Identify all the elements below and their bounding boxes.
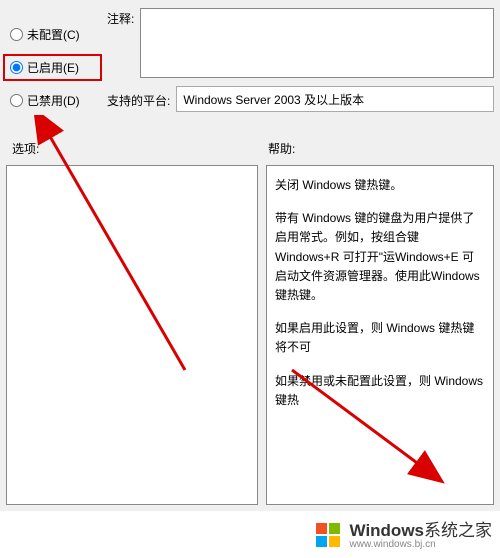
help-p2: 带有 Windows 键的键盘为用户提供了启用常式。例如，按组合键 Window… [275, 209, 485, 305]
watermark-url: www.windows.bj.cn [350, 539, 492, 550]
platform-value-box: Windows Server 2003 及以上版本 [176, 86, 494, 112]
comment-textarea[interactable] [140, 8, 494, 78]
upper-config-row: 未配置(C) 已启用(E) 已禁用(D) 注释: 支持的平台: Windows … [10, 8, 494, 112]
watermark-suffix: 系统之家 [424, 521, 492, 540]
radio-not-configured-label: 未配置(C) [27, 26, 80, 43]
radio-group: 未配置(C) 已启用(E) 已禁用(D) [10, 8, 95, 112]
radio-disabled[interactable]: 已禁用(D) [10, 92, 95, 109]
radio-disabled-label: 已禁用(D) [27, 92, 80, 109]
comment-row: 注释: [107, 8, 494, 78]
comment-label: 注释: [107, 8, 134, 27]
radio-not-configured-input[interactable] [10, 28, 23, 41]
right-column: 注释: 支持的平台: Windows Server 2003 及以上版本 [107, 8, 494, 112]
help-title: 帮助: [266, 140, 494, 157]
options-box [6, 165, 258, 505]
help-column: 帮助: 关闭 Windows 键热键。 带有 Windows 键的键盘为用户提供… [266, 140, 494, 505]
enabled-highlight-box: 已启用(E) [3, 54, 102, 81]
help-p3: 如果启用此设置，则 Windows 键热键将不可 [275, 319, 485, 357]
watermark-brand: Windows [350, 521, 424, 540]
options-column: 选项: [10, 140, 260, 505]
policy-settings-panel: 未配置(C) 已启用(E) 已禁用(D) 注释: 支持的平台: Windows … [0, 0, 500, 511]
options-title: 选项: [10, 140, 260, 157]
help-p1: 关闭 Windows 键热键。 [275, 176, 485, 195]
platform-row: 支持的平台: Windows Server 2003 及以上版本 [107, 86, 494, 112]
radio-enabled[interactable]: 已启用(E) [10, 59, 95, 76]
platform-label: 支持的平台: [107, 90, 170, 109]
lower-section: 选项: 帮助: 关闭 Windows 键热键。 带有 Windows 键的键盘为… [10, 140, 494, 505]
windows-logo-icon [314, 520, 344, 553]
radio-enabled-input[interactable] [10, 61, 23, 74]
radio-not-configured[interactable]: 未配置(C) [10, 26, 95, 43]
radio-disabled-input[interactable] [10, 94, 23, 107]
watermark-text-group: Windows系统之家 www.windows.bj.cn [350, 522, 492, 550]
watermark-strip: Windows系统之家 www.windows.bj.cn [0, 514, 500, 558]
help-p4: 如果禁用或未配置此设置，则 Windows 键热 [275, 372, 485, 410]
help-box: 关闭 Windows 键热键。 带有 Windows 键的键盘为用户提供了启用常… [266, 165, 494, 505]
radio-enabled-label: 已启用(E) [27, 59, 79, 76]
